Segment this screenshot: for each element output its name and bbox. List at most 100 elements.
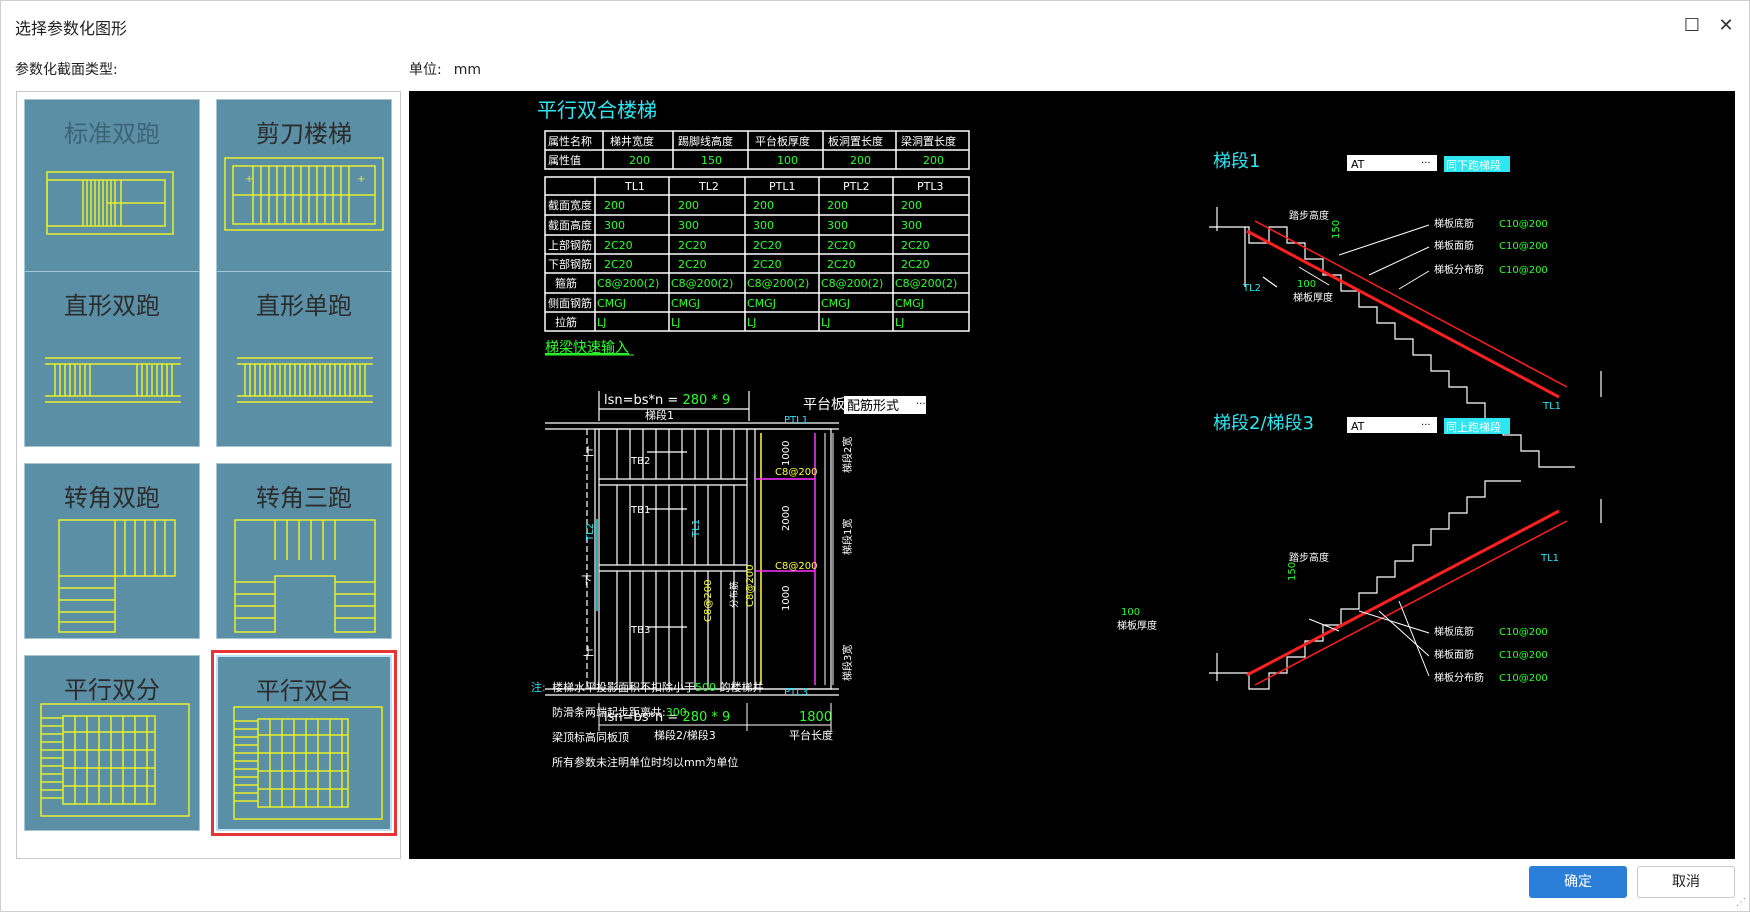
beam-cell[interactable]: 2C20 bbox=[827, 239, 856, 252]
beam-cell[interactable]: 200 bbox=[901, 199, 922, 212]
tile-label: 标准双跑 bbox=[64, 120, 160, 148]
tile-parallel-split[interactable]: 平行双分 bbox=[24, 655, 200, 831]
note-line: 梁顶标高同板顶 bbox=[552, 730, 629, 744]
tile-corner-triple[interactable]: 转角三跑 bbox=[216, 463, 392, 639]
seg1-label[interactable]: 150 bbox=[1331, 220, 1342, 239]
attr-value-1[interactable]: 150 bbox=[701, 154, 722, 167]
beam-cell[interactable]: 2C20 bbox=[753, 258, 782, 271]
beam-cell[interactable]: LJ bbox=[747, 316, 756, 329]
seg1-label[interactable]: C10@200 bbox=[1499, 219, 1548, 230]
seg1-label[interactable]: C10@200 bbox=[1499, 265, 1548, 276]
tile-label: 转角三跑 bbox=[256, 484, 352, 512]
top-formula-value[interactable]: 280 * 9 bbox=[682, 393, 730, 408]
beam-cell[interactable]: LJ bbox=[821, 316, 830, 329]
tile-straight-single[interactable]: 直形单跑 bbox=[216, 271, 392, 447]
attr-value-3[interactable]: 200 bbox=[850, 154, 871, 167]
beam-cell[interactable]: 300 bbox=[827, 219, 848, 232]
beam-col-3: PTL2 bbox=[843, 180, 869, 193]
unit-label: 单位: mm bbox=[409, 59, 481, 79]
seg23-label[interactable]: C10@200 bbox=[1499, 650, 1548, 661]
quick-input-link[interactable]: 梯梁快速输入 bbox=[545, 340, 629, 356]
beam-cell[interactable]: C8@200(2) bbox=[747, 277, 809, 290]
tile-label: 剪刀楼梯 bbox=[256, 120, 352, 148]
beam-cell[interactable]: CMGJ bbox=[747, 297, 776, 310]
tile-standard-double[interactable]: 标准双跑 bbox=[24, 99, 200, 275]
seg23-label[interactable]: C10@200 bbox=[1499, 627, 1548, 638]
beam-cell[interactable]: 200 bbox=[678, 199, 699, 212]
beam-cell[interactable]: 200 bbox=[753, 199, 774, 212]
beam-cell[interactable]: 2C20 bbox=[678, 258, 707, 271]
beam-cell[interactable]: 200 bbox=[827, 199, 848, 212]
attr-header-0: 属性名称 bbox=[548, 134, 592, 148]
beam-cell[interactable]: CMGJ bbox=[821, 297, 850, 310]
resize-grip-icon[interactable]: ⋰ bbox=[1736, 897, 1746, 908]
note-value[interactable]: 500 bbox=[695, 681, 716, 694]
beam-cell[interactable]: 200 bbox=[604, 199, 625, 212]
seg1-link-button[interactable]: 同下跑梯段 bbox=[1446, 158, 1501, 172]
seg23-label: 梯板分布筋 bbox=[1434, 671, 1484, 684]
ok-button[interactable]: 确定 bbox=[1529, 866, 1627, 898]
close-button[interactable]: ✕ bbox=[1711, 11, 1741, 41]
top-formula-prefix: lsn=bs*n = bbox=[604, 393, 682, 408]
beam-cell[interactable]: LJ bbox=[671, 316, 680, 329]
beam-cell[interactable]: C8@200(2) bbox=[821, 277, 883, 290]
beam-cells: 200 200 200 200 200 300 300 300 300 300 … bbox=[597, 199, 957, 329]
seg1-label: 梯板面筋 bbox=[1434, 239, 1474, 252]
maximize-button[interactable]: ☐ bbox=[1677, 11, 1707, 41]
attr-value-2[interactable]: 100 bbox=[777, 154, 798, 167]
beam-cell[interactable]: 2C20 bbox=[604, 239, 633, 252]
side-dim[interactable]: 1000 bbox=[781, 441, 792, 466]
seg1-label[interactable]: C10@200 bbox=[1499, 241, 1548, 252]
seg23-more-button[interactable]: ··· bbox=[1421, 420, 1431, 431]
attr-value-4[interactable]: 200 bbox=[923, 154, 944, 167]
seg23-label[interactable]: 100 bbox=[1121, 607, 1140, 618]
svg-text:+: + bbox=[245, 174, 253, 185]
bottom-formula-value[interactable]: 280 * 9 bbox=[682, 710, 730, 725]
beam-cell[interactable]: CMGJ bbox=[597, 297, 626, 310]
beam-cell[interactable]: 2C20 bbox=[827, 258, 856, 271]
beam-cell[interactable]: 2C20 bbox=[901, 258, 930, 271]
beam-cell[interactable]: C8@200(2) bbox=[597, 277, 659, 290]
platform-more-button[interactable]: ··· bbox=[916, 399, 926, 410]
beam-cell[interactable]: LJ bbox=[895, 316, 904, 329]
note-value[interactable]: 300 bbox=[666, 706, 687, 719]
platform-length-value[interactable]: 1800 bbox=[799, 710, 832, 725]
platform-label: 平台板: bbox=[803, 397, 850, 413]
tb3-label: TB3 bbox=[630, 625, 650, 636]
beam-cell[interactable]: 2C20 bbox=[678, 239, 707, 252]
down-label: 下 bbox=[581, 574, 592, 587]
seg1-more-button[interactable]: ··· bbox=[1421, 158, 1431, 169]
seg1-label[interactable]: 100 bbox=[1297, 279, 1316, 290]
beam-cell[interactable]: C8@200(2) bbox=[671, 277, 733, 290]
tile-scissor-stair[interactable]: + + 剪刀楼梯 bbox=[216, 99, 392, 275]
beam-cell[interactable]: 300 bbox=[678, 219, 699, 232]
tile-label: 转角双跑 bbox=[64, 484, 160, 512]
beam-cell[interactable]: 300 bbox=[901, 219, 922, 232]
beam-cell[interactable]: C8@200(2) bbox=[895, 277, 957, 290]
seg1-label: 梯板分布筋 bbox=[1434, 263, 1484, 276]
tile-parallel-merge[interactable]: 平行双合 bbox=[211, 650, 397, 836]
side-label: 梯段1宽 bbox=[841, 519, 854, 555]
beam-cell[interactable]: LJ bbox=[597, 316, 606, 329]
side-dim[interactable]: 2000 bbox=[781, 506, 792, 531]
beam-cell[interactable]: 2C20 bbox=[753, 239, 782, 252]
seg23-link-button[interactable]: 同上跑梯段 bbox=[1446, 420, 1501, 434]
cancel-button[interactable]: 取消 bbox=[1637, 866, 1735, 898]
beam-cell[interactable]: CMGJ bbox=[895, 297, 924, 310]
seg1-label: 梯板底筋 bbox=[1434, 217, 1474, 230]
attr-value-0[interactable]: 200 bbox=[629, 154, 650, 167]
beam-cell[interactable]: 2C20 bbox=[901, 239, 930, 252]
tile-label: 平行双合 bbox=[256, 677, 352, 705]
seg23-label[interactable]: C10@200 bbox=[1499, 673, 1548, 684]
seg1-type-value: AT bbox=[1351, 158, 1365, 171]
tile-straight-double[interactable]: 直形双跑 bbox=[24, 271, 200, 447]
beam-col-0: TL1 bbox=[624, 180, 645, 193]
seg23-label[interactable]: 150 bbox=[1287, 562, 1298, 581]
beam-cell[interactable]: 300 bbox=[753, 219, 774, 232]
tb2-label: TB2 bbox=[630, 456, 650, 467]
beam-cell[interactable]: 2C20 bbox=[604, 258, 633, 271]
beam-cell[interactable]: 300 bbox=[604, 219, 625, 232]
side-dim[interactable]: 1000 bbox=[781, 586, 792, 611]
beam-cell[interactable]: CMGJ bbox=[671, 297, 700, 310]
tile-corner-double[interactable]: 转角双跑 bbox=[24, 463, 200, 639]
